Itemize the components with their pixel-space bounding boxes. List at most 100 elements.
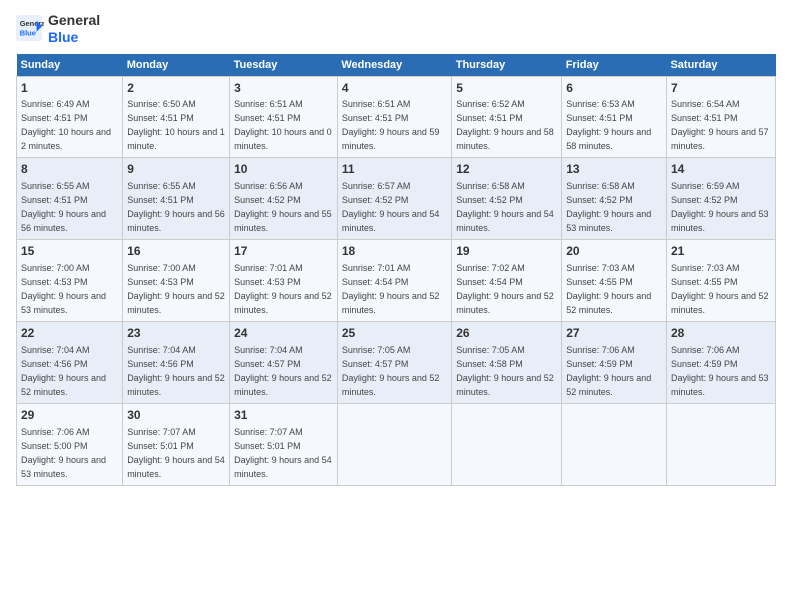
calendar-cell: 2 Sunrise: 6:50 AMSunset: 4:51 PMDayligh… <box>123 76 230 158</box>
day-number: 20 <box>566 243 662 260</box>
day-number: 17 <box>234 243 333 260</box>
header: General Blue GeneralBlue <box>16 12 776 46</box>
day-number: 24 <box>234 325 333 342</box>
calendar-cell: 24 Sunrise: 7:04 AMSunset: 4:57 PMDaylig… <box>230 321 338 403</box>
calendar-cell: 4 Sunrise: 6:51 AMSunset: 4:51 PMDayligh… <box>337 76 451 158</box>
day-detail: Sunrise: 6:58 AMSunset: 4:52 PMDaylight:… <box>456 181 554 233</box>
day-number: 26 <box>456 325 557 342</box>
calendar-cell <box>562 403 667 485</box>
calendar-cell: 14 Sunrise: 6:59 AMSunset: 4:52 PMDaylig… <box>666 158 775 240</box>
day-detail: Sunrise: 6:54 AMSunset: 4:51 PMDaylight:… <box>671 99 769 151</box>
calendar-cell: 29 Sunrise: 7:06 AMSunset: 5:00 PMDaylig… <box>17 403 123 485</box>
day-detail: Sunrise: 7:05 AMSunset: 4:58 PMDaylight:… <box>456 345 554 397</box>
day-number: 8 <box>21 161 118 178</box>
day-detail: Sunrise: 6:58 AMSunset: 4:52 PMDaylight:… <box>566 181 651 233</box>
day-detail: Sunrise: 6:56 AMSunset: 4:52 PMDaylight:… <box>234 181 332 233</box>
calendar-cell: 3 Sunrise: 6:51 AMSunset: 4:51 PMDayligh… <box>230 76 338 158</box>
day-detail: Sunrise: 7:00 AMSunset: 4:53 PMDaylight:… <box>21 263 106 315</box>
day-detail: Sunrise: 7:05 AMSunset: 4:57 PMDaylight:… <box>342 345 440 397</box>
calendar-cell: 26 Sunrise: 7:05 AMSunset: 4:58 PMDaylig… <box>452 321 562 403</box>
day-detail: Sunrise: 7:01 AMSunset: 4:53 PMDaylight:… <box>234 263 332 315</box>
calendar-cell: 27 Sunrise: 7:06 AMSunset: 4:59 PMDaylig… <box>562 321 667 403</box>
calendar-cell: 16 Sunrise: 7:00 AMSunset: 4:53 PMDaylig… <box>123 240 230 322</box>
day-number: 25 <box>342 325 447 342</box>
calendar-cell: 25 Sunrise: 7:05 AMSunset: 4:57 PMDaylig… <box>337 321 451 403</box>
weekday-header: Tuesday <box>230 54 338 77</box>
day-detail: Sunrise: 7:04 AMSunset: 4:57 PMDaylight:… <box>234 345 332 397</box>
day-number: 22 <box>21 325 118 342</box>
day-detail: Sunrise: 7:06 AMSunset: 4:59 PMDaylight:… <box>566 345 651 397</box>
day-number: 1 <box>21 80 118 97</box>
logo-icon: General Blue <box>16 15 44 43</box>
weekday-header: Sunday <box>17 54 123 77</box>
day-detail: Sunrise: 6:51 AMSunset: 4:51 PMDaylight:… <box>234 99 332 151</box>
calendar-cell: 1 Sunrise: 6:49 AMSunset: 4:51 PMDayligh… <box>17 76 123 158</box>
calendar-cell: 17 Sunrise: 7:01 AMSunset: 4:53 PMDaylig… <box>230 240 338 322</box>
day-number: 31 <box>234 407 333 424</box>
day-detail: Sunrise: 6:52 AMSunset: 4:51 PMDaylight:… <box>456 99 554 151</box>
day-detail: Sunrise: 6:55 AMSunset: 4:51 PMDaylight:… <box>21 181 106 233</box>
calendar-cell: 9 Sunrise: 6:55 AMSunset: 4:51 PMDayligh… <box>123 158 230 240</box>
calendar-cell: 23 Sunrise: 7:04 AMSunset: 4:56 PMDaylig… <box>123 321 230 403</box>
day-number: 3 <box>234 80 333 97</box>
calendar-cell: 15 Sunrise: 7:00 AMSunset: 4:53 PMDaylig… <box>17 240 123 322</box>
day-detail: Sunrise: 6:55 AMSunset: 4:51 PMDaylight:… <box>127 181 225 233</box>
day-detail: Sunrise: 6:57 AMSunset: 4:52 PMDaylight:… <box>342 181 440 233</box>
calendar-cell: 31 Sunrise: 7:07 AMSunset: 5:01 PMDaylig… <box>230 403 338 485</box>
day-number: 6 <box>566 80 662 97</box>
day-detail: Sunrise: 6:51 AMSunset: 4:51 PMDaylight:… <box>342 99 440 151</box>
calendar-cell: 8 Sunrise: 6:55 AMSunset: 4:51 PMDayligh… <box>17 158 123 240</box>
calendar-week-row: 29 Sunrise: 7:06 AMSunset: 5:00 PMDaylig… <box>17 403 776 485</box>
calendar-cell: 10 Sunrise: 6:56 AMSunset: 4:52 PMDaylig… <box>230 158 338 240</box>
day-detail: Sunrise: 6:53 AMSunset: 4:51 PMDaylight:… <box>566 99 651 151</box>
day-number: 9 <box>127 161 225 178</box>
calendar-table: SundayMondayTuesdayWednesdayThursdayFrid… <box>16 54 776 486</box>
day-number: 28 <box>671 325 771 342</box>
day-number: 19 <box>456 243 557 260</box>
day-detail: Sunrise: 7:04 AMSunset: 4:56 PMDaylight:… <box>21 345 106 397</box>
day-number: 29 <box>21 407 118 424</box>
day-number: 21 <box>671 243 771 260</box>
day-number: 13 <box>566 161 662 178</box>
page-container: General Blue GeneralBlue SundayMondayTue… <box>0 0 792 494</box>
calendar-cell: 13 Sunrise: 6:58 AMSunset: 4:52 PMDaylig… <box>562 158 667 240</box>
svg-text:Blue: Blue <box>20 28 36 37</box>
day-number: 16 <box>127 243 225 260</box>
day-detail: Sunrise: 7:00 AMSunset: 4:53 PMDaylight:… <box>127 263 225 315</box>
calendar-cell <box>337 403 451 485</box>
calendar-cell: 6 Sunrise: 6:53 AMSunset: 4:51 PMDayligh… <box>562 76 667 158</box>
calendar-week-row: 15 Sunrise: 7:00 AMSunset: 4:53 PMDaylig… <box>17 240 776 322</box>
day-number: 14 <box>671 161 771 178</box>
day-detail: Sunrise: 7:04 AMSunset: 4:56 PMDaylight:… <box>127 345 225 397</box>
weekday-header: Wednesday <box>337 54 451 77</box>
day-number: 12 <box>456 161 557 178</box>
calendar-cell: 30 Sunrise: 7:07 AMSunset: 5:01 PMDaylig… <box>123 403 230 485</box>
logo-text: GeneralBlue <box>48 12 100 46</box>
day-number: 2 <box>127 80 225 97</box>
day-detail: Sunrise: 6:50 AMSunset: 4:51 PMDaylight:… <box>127 99 225 151</box>
weekday-header: Thursday <box>452 54 562 77</box>
calendar-cell: 11 Sunrise: 6:57 AMSunset: 4:52 PMDaylig… <box>337 158 451 240</box>
day-detail: Sunrise: 7:07 AMSunset: 5:01 PMDaylight:… <box>127 427 225 479</box>
weekday-header: Friday <box>562 54 667 77</box>
calendar-week-row: 8 Sunrise: 6:55 AMSunset: 4:51 PMDayligh… <box>17 158 776 240</box>
day-detail: Sunrise: 7:06 AMSunset: 4:59 PMDaylight:… <box>671 345 769 397</box>
calendar-cell: 22 Sunrise: 7:04 AMSunset: 4:56 PMDaylig… <box>17 321 123 403</box>
day-detail: Sunrise: 7:06 AMSunset: 5:00 PMDaylight:… <box>21 427 106 479</box>
calendar-cell: 5 Sunrise: 6:52 AMSunset: 4:51 PMDayligh… <box>452 76 562 158</box>
day-number: 10 <box>234 161 333 178</box>
day-number: 18 <box>342 243 447 260</box>
calendar-cell <box>452 403 562 485</box>
weekday-header: Saturday <box>666 54 775 77</box>
calendar-cell: 21 Sunrise: 7:03 AMSunset: 4:55 PMDaylig… <box>666 240 775 322</box>
day-detail: Sunrise: 7:01 AMSunset: 4:54 PMDaylight:… <box>342 263 440 315</box>
calendar-cell: 28 Sunrise: 7:06 AMSunset: 4:59 PMDaylig… <box>666 321 775 403</box>
calendar-cell: 7 Sunrise: 6:54 AMSunset: 4:51 PMDayligh… <box>666 76 775 158</box>
calendar-week-row: 1 Sunrise: 6:49 AMSunset: 4:51 PMDayligh… <box>17 76 776 158</box>
logo: General Blue GeneralBlue <box>16 12 100 46</box>
calendar-cell: 18 Sunrise: 7:01 AMSunset: 4:54 PMDaylig… <box>337 240 451 322</box>
day-detail: Sunrise: 6:49 AMSunset: 4:51 PMDaylight:… <box>21 99 111 151</box>
day-number: 23 <box>127 325 225 342</box>
day-detail: Sunrise: 7:07 AMSunset: 5:01 PMDaylight:… <box>234 427 332 479</box>
calendar-cell: 20 Sunrise: 7:03 AMSunset: 4:55 PMDaylig… <box>562 240 667 322</box>
